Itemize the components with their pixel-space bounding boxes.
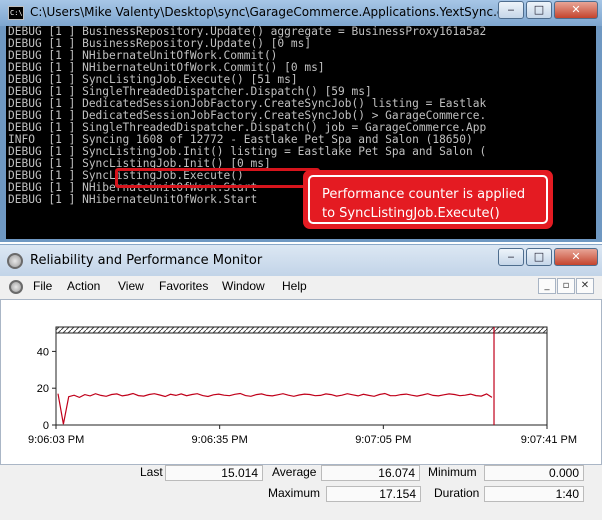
x-tick-label: 9:07:05 PM (355, 434, 411, 446)
x-tick-label: 9:07:41 PM (521, 434, 577, 446)
x-tick-label: 9:06:35 PM (192, 434, 248, 446)
perfmon-close-button[interactable]: ✕ (554, 248, 598, 266)
y-axis: 40 20 0 (37, 346, 56, 432)
perfmon-window: Reliability and Performance Monitor ‒ □ … (0, 244, 602, 520)
y-tick-label: 20 (37, 383, 49, 395)
y-tick-label: 40 (37, 346, 49, 358)
menu-window[interactable]: Window (222, 279, 265, 293)
perfmon-window-title: Reliability and Performance Monitor (30, 253, 263, 268)
y-tick-label: 0 (43, 420, 49, 432)
duration-label: Duration (434, 486, 480, 500)
minimum-value: 0.000 (484, 465, 584, 481)
document-icon[interactable] (9, 280, 23, 294)
mdi-restore-button[interactable]: ▫ (557, 278, 575, 294)
graph-overflow-band (55, 326, 548, 334)
average-value: 16.074 (321, 465, 420, 481)
menu-action[interactable]: Action (67, 279, 100, 293)
average-label: Average (272, 465, 317, 479)
console-app-icon: C:\ (8, 6, 24, 20)
x-tick-label: 9:06:03 PM (28, 434, 84, 446)
perfmon-app-icon (7, 253, 23, 269)
duration-value: 1:40 (484, 486, 584, 502)
maximum-value: 17.154 (326, 486, 421, 502)
last-value: 15.014 (165, 465, 263, 481)
console-maximize-button[interactable]: □ (526, 1, 552, 19)
perfmon-title-bar[interactable]: Reliability and Performance Monitor ‒ □ … (0, 245, 602, 276)
x-axis: 9:06:03 PM 9:06:35 PM 9:07:05 PM 9:07:41 PM (28, 425, 577, 446)
performance-graph-panel[interactable]: 40 20 0 9:06:03 PM 9:06:35 PM 9:07:05 PM 9:07… (0, 299, 602, 465)
console-minimize-button[interactable]: ‒ (498, 1, 524, 19)
callout-text: Performance counter is applied to SyncLi… (308, 175, 548, 224)
menu-view[interactable]: View (118, 279, 144, 293)
last-label: Last (140, 465, 163, 479)
performance-chart: 40 20 0 9:06:03 PM 9:06:35 PM 9:07:05 PM 9:07… (28, 326, 577, 446)
menu-favorites[interactable]: Favorites (159, 279, 208, 293)
mdi-close-button[interactable]: ✕ (576, 278, 594, 294)
console-close-button[interactable]: ✕ (554, 1, 598, 19)
menu-file[interactable]: File (33, 279, 52, 293)
mdi-minimize-button[interactable]: _ (538, 278, 556, 294)
console-window: C:\ C:\Users\Mike Valenty\Desktop\sync\G… (0, 0, 602, 242)
console-title-bar[interactable]: C:\ C:\Users\Mike Valenty\Desktop\sync\G… (0, 0, 602, 26)
maximum-label: Maximum (268, 486, 321, 500)
highlight-box (115, 168, 320, 188)
menu-bar: File Action View Favorites Window Help _… (0, 276, 602, 298)
annotation-callout: Performance counter is applied to SyncLi… (303, 170, 553, 229)
perfmon-minimize-button[interactable]: ‒ (498, 248, 524, 266)
console-window-title: C:\Users\Mike Valenty\Desktop\sync\Garag… (30, 5, 519, 19)
perfmon-maximize-button[interactable]: □ (526, 248, 552, 266)
plot-area (55, 332, 548, 426)
minimum-label: Minimum (428, 465, 477, 479)
menu-help[interactable]: Help (282, 279, 307, 293)
